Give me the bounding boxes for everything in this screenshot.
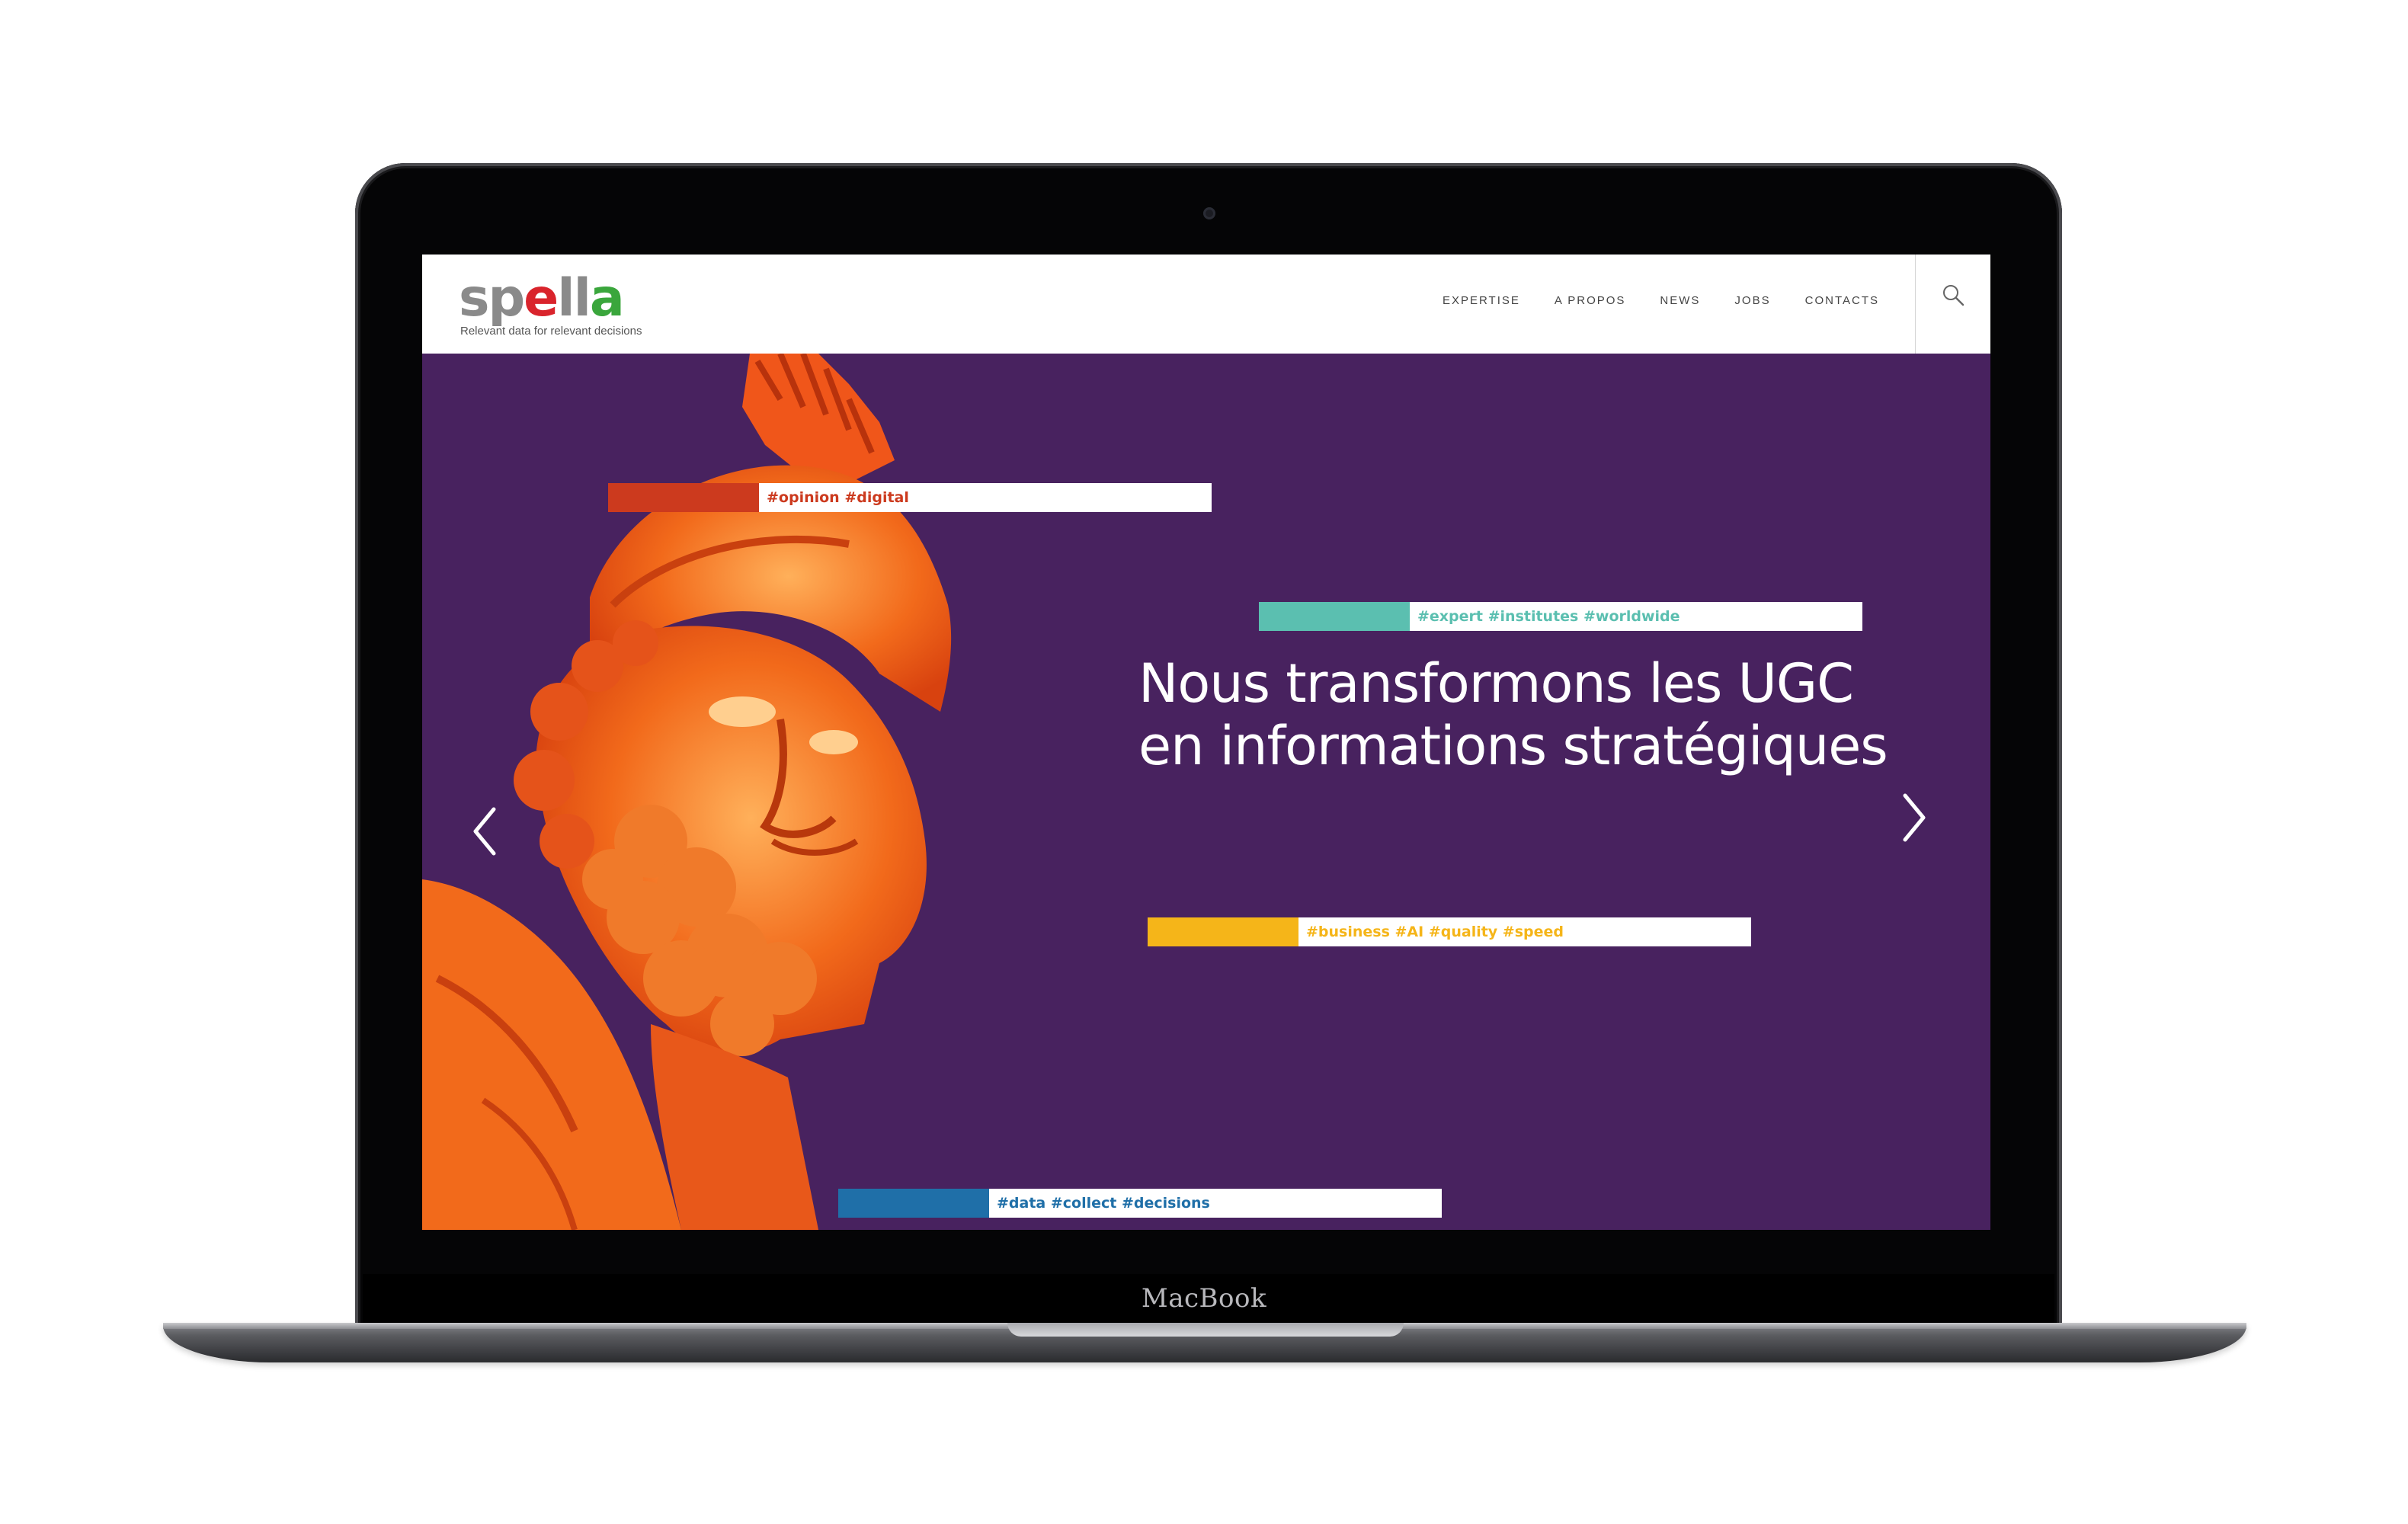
device-label: MacBook (1141, 1283, 1267, 1314)
headline-line-1: Nous transformons les UGC (1138, 652, 1854, 715)
chevron-right-icon (1903, 793, 1926, 842)
slider-prev-button[interactable] (462, 797, 508, 866)
hero-slider: #opinion #digital #expert #institutes #w… (422, 354, 1990, 1230)
search-icon (1943, 285, 1965, 306)
logo-wordmark: spella (459, 268, 625, 328)
tag-data-collect: #data #collect #decisions (838, 1189, 1442, 1218)
nav-item-news[interactable]: NEWS (1660, 294, 1700, 307)
hero-headline: Nous transformons les UGC en information… (1138, 652, 1888, 777)
camera-icon (1203, 207, 1215, 219)
tag-label: #opinion #digital (767, 489, 909, 506)
headline-line-2: en informations stratégiques (1138, 715, 1888, 777)
browser-screen: spella Relevant data for relevant decisi… (422, 255, 1990, 1230)
tag-expert-institutes: #expert #institutes #worldwide (1259, 602, 1862, 631)
tag-label: #expert #institutes #worldwide (1417, 608, 1680, 625)
tag-swatch (608, 483, 759, 512)
site-tagline: Relevant data for relevant decisions (460, 325, 642, 338)
tag-business-ai: #business #AI #quality #speed (1148, 917, 1751, 946)
tag-label: #data #collect #decisions (997, 1195, 1210, 1212)
nav-item-jobs[interactable]: JOBS (1734, 294, 1770, 307)
nav-item-a-propos[interactable]: A PROPOS (1555, 294, 1626, 307)
nav-item-contacts[interactable]: CONTACTS (1805, 294, 1879, 307)
tag-swatch (838, 1189, 989, 1218)
tag-swatch (1259, 602, 1410, 631)
slider-next-button[interactable] (1891, 783, 1937, 852)
main-nav: EXPERTISE A PROPOS NEWS JOBS CONTACTS (1443, 294, 1879, 307)
site-logo[interactable]: spella (459, 268, 625, 329)
tag-swatch (1148, 917, 1298, 946)
tag-opinion-digital: #opinion #digital (608, 483, 1212, 512)
search-button[interactable] (1915, 255, 1990, 354)
site-header: spella Relevant data for relevant decisi… (422, 255, 1990, 354)
chevron-left-icon (473, 807, 496, 856)
tag-label: #business #AI #quality #speed (1306, 924, 1564, 940)
laptop-notch (1007, 1323, 1404, 1337)
nav-item-expertise[interactable]: EXPERTISE (1443, 294, 1520, 307)
